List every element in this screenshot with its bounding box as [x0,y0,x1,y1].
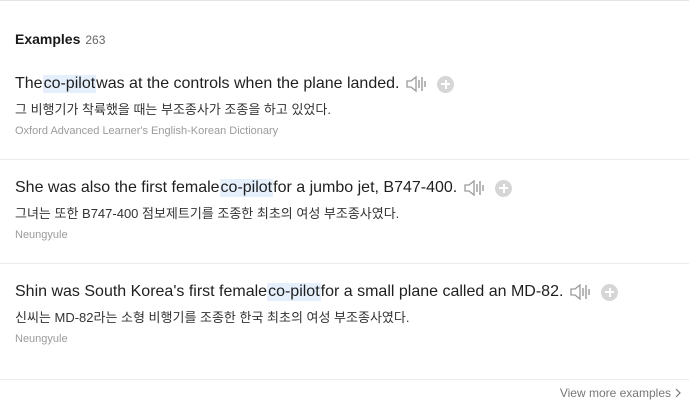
example-sentence: Shin was South Korea's first female co-p… [15,281,619,303]
example-divider [0,263,689,264]
footer-divider [0,379,689,380]
example-sentence: The co-pilot was at the controls when th… [15,73,455,95]
speaker-icon[interactable] [569,282,593,302]
highlighted-term: co-pilot [219,179,274,197]
example-sentence: She was also the first female co-pilot f… [15,177,513,199]
chevron-right-icon [675,388,681,398]
example-divider [0,159,689,160]
sentence-text: was at the controls when the plane lande… [96,75,400,92]
plus-circle-icon[interactable] [601,283,619,301]
sentence-text: She was also the first female [15,179,220,196]
source-link[interactable]: Neungyule [15,229,68,241]
plus-circle-icon[interactable] [437,75,455,93]
top-divider [0,0,689,1]
speaker-icon[interactable] [405,74,429,94]
sentence-text: Shin was South Korea's first female [15,283,268,300]
translation-text: 그 비행기가 착륙했을 때는 부조종사가 조종을 하고 있었다. [15,102,331,117]
examples-count: 263 [85,33,106,47]
highlighted-term: co-pilot [267,283,321,301]
sentence-text: The [15,75,43,92]
view-more-label: View more examples [559,386,671,400]
highlighted-term: co-pilot [42,75,97,93]
plus-circle-icon[interactable] [495,179,513,197]
view-more-examples-link[interactable]: View more examples [560,386,681,400]
examples-title: Examples [15,31,81,47]
sentence-text: for a small plane called an MD-82. [320,283,564,300]
examples-header: Examples 263 [15,31,105,47]
source-link[interactable]: Neungyule [15,333,68,345]
speaker-icon[interactable] [463,178,487,198]
sentence-text: for a jumbo jet, B747-400. [273,179,458,196]
translation-text: 그녀는 또한 B747-400 점보제트기를 조종한 최초의 여성 부조종사였다… [15,206,400,221]
translation-text: 신씨는 MD-82라는 소형 비행기를 조종한 한국 최초의 여성 부조종사였다… [15,310,410,325]
source-link[interactable]: Oxford Advanced Learner's English-Korean… [15,125,278,137]
